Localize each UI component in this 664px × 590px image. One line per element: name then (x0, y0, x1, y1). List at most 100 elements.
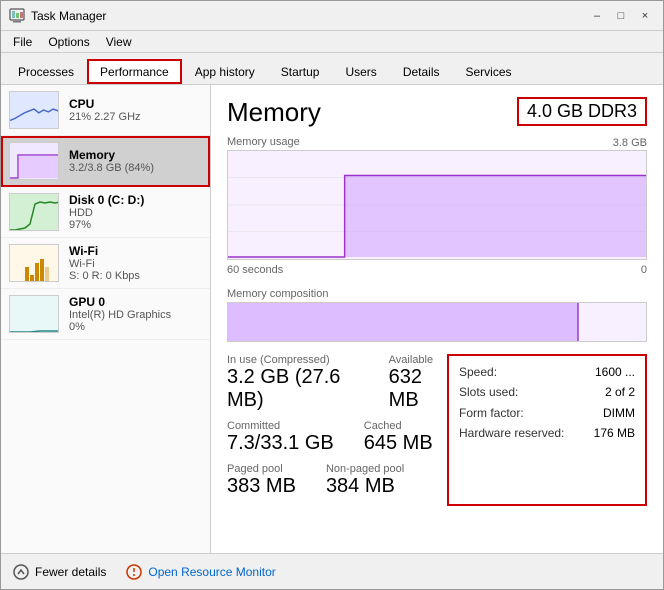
stat-available-label: Available (389, 354, 447, 366)
fewer-details-label: Fewer details (35, 565, 106, 579)
stats-left: In use (Compressed) 3.2 GB (27.6 MB) Ava… (227, 354, 447, 506)
stat-in-use-value: 3.2 GB (27.6 MB) (227, 366, 359, 412)
open-monitor-label: Open Resource Monitor (148, 565, 275, 579)
reserved-key: Hardware reserved: (459, 423, 564, 443)
cpu-label: CPU (69, 97, 202, 111)
gpu-stat2: 0% (69, 321, 202, 333)
tab-startup[interactable]: Startup (268, 59, 333, 84)
cpu-info: CPU 21% 2.27 GHz (69, 97, 202, 123)
tab-users[interactable]: Users (332, 59, 389, 84)
tab-performance[interactable]: Performance (87, 59, 182, 84)
tab-services[interactable]: Services (453, 59, 525, 84)
stats-and-info: In use (Compressed) 3.2 GB (27.6 MB) Ava… (227, 354, 647, 506)
wifi-stat2: S: 0 R: 0 Kbps (69, 270, 202, 282)
info-slots-row: Slots used: 2 of 2 (459, 382, 635, 402)
minimize-button[interactable]: – (587, 6, 607, 26)
stat-cached-value: 645 MB (364, 432, 433, 455)
memory-stat: 3.2/3.8 GB (84%) (69, 162, 202, 174)
memory-thumbnail (9, 142, 59, 180)
disk-stat2: 97% (69, 219, 202, 231)
stat-committed-label: Committed (227, 420, 334, 432)
composition-label: Memory composition (227, 288, 647, 300)
stat-available-value: 632 MB (389, 366, 447, 412)
disk-info: Disk 0 (C: D:) HDD 97% (69, 193, 202, 231)
title-bar: Task Manager – □ × (1, 1, 663, 31)
sidebar-item-wifi[interactable]: Wi-Fi Wi-Fi S: 0 R: 0 Kbps (1, 238, 210, 289)
menu-file[interactable]: File (5, 33, 40, 51)
time-left-label: 60 seconds (227, 264, 283, 276)
gpu-label: GPU 0 (69, 295, 202, 309)
usage-label: Memory usage (227, 136, 300, 148)
wifi-stat1: Wi-Fi (69, 258, 202, 270)
maximize-button[interactable]: □ (611, 6, 631, 26)
stat-cached: Cached 645 MB (364, 420, 433, 455)
tab-details[interactable]: Details (390, 59, 453, 84)
info-speed-row: Speed: 1600 ... (459, 362, 635, 382)
stat-paged-label: Paged pool (227, 463, 296, 475)
disk-stat1: HDD (69, 207, 202, 219)
gpu-thumbnail (9, 295, 59, 333)
usage-chart-header: Memory usage 3.8 GB (227, 136, 647, 150)
open-resource-monitor-button[interactable]: Open Resource Monitor (126, 564, 275, 580)
slots-key: Slots used: (459, 382, 518, 402)
main-title: Memory (227, 97, 321, 128)
memory-composition-chart (227, 302, 647, 342)
stat-paged: Paged pool 383 MB (227, 463, 296, 498)
resource-monitor-icon (126, 564, 142, 580)
memory-info-box: Speed: 1600 ... Slots used: 2 of 2 Form … (447, 354, 647, 506)
cpu-stat: 21% 2.27 GHz (69, 111, 202, 123)
wifi-info: Wi-Fi Wi-Fi S: 0 R: 0 Kbps (69, 244, 202, 282)
menu-options[interactable]: Options (40, 33, 97, 51)
stat-committed: Committed 7.3/33.1 GB (227, 420, 334, 455)
stat-committed-value: 7.3/33.1 GB (227, 432, 334, 455)
memory-usage-chart (227, 150, 647, 260)
stat-nonpaged-value: 384 MB (326, 475, 404, 498)
memory-info: Memory 3.2/3.8 GB (84%) (69, 148, 202, 174)
stat-in-use: In use (Compressed) 3.2 GB (27.6 MB) (227, 354, 359, 412)
title-bar-controls: – □ × (587, 6, 655, 26)
reserved-val: 176 MB (594, 423, 635, 443)
gpu-info: GPU 0 Intel(R) HD Graphics 0% (69, 295, 202, 333)
speed-key: Speed: (459, 362, 497, 382)
time-right-label: 0 (641, 264, 647, 276)
wifi-thumbnail (9, 244, 59, 282)
content-area: CPU 21% 2.27 GHz Memory 3.2/3.8 GB (84%) (1, 85, 663, 553)
bottom-bar: Fewer details Open Resource Monitor (1, 553, 663, 589)
cpu-thumbnail (9, 91, 59, 129)
taskmanager-icon (9, 8, 25, 24)
window-title: Task Manager (31, 9, 106, 23)
stat-in-use-label: In use (Compressed) (227, 354, 359, 366)
stat-available: Available 632 MB (389, 354, 447, 412)
main-panel: Memory 4.0 GB DDR3 Memory usage 3.8 GB (211, 85, 663, 553)
disk-label: Disk 0 (C: D:) (69, 193, 202, 207)
disk-thumbnail (9, 193, 59, 231)
tab-processes[interactable]: Processes (5, 59, 87, 84)
slots-val: 2 of 2 (605, 382, 635, 402)
stat-cached-label: Cached (364, 420, 433, 432)
close-button[interactable]: × (635, 6, 655, 26)
usage-right-label: 3.8 GB (613, 137, 647, 149)
menu-view[interactable]: View (98, 33, 140, 51)
fewer-details-button[interactable]: Fewer details (13, 564, 106, 580)
title-bar-left: Task Manager (9, 8, 106, 24)
main-header: Memory 4.0 GB DDR3 (227, 97, 647, 128)
form-val: DIMM (603, 403, 635, 423)
sidebar-item-cpu[interactable]: CPU 21% 2.27 GHz (1, 85, 210, 136)
speed-val: 1600 ... (595, 362, 635, 382)
tab-app-history[interactable]: App history (182, 59, 268, 84)
menu-bar: File Options View (1, 31, 663, 53)
sidebar-item-memory[interactable]: Memory 3.2/3.8 GB (84%) (1, 136, 210, 187)
chevron-up-icon (13, 564, 29, 580)
info-form-row: Form factor: DIMM (459, 403, 635, 423)
usage-chart-footer: 60 seconds 0 (227, 264, 647, 278)
memory-type-badge: 4.0 GB DDR3 (517, 97, 647, 126)
stat-nonpaged: Non-paged pool 384 MB (326, 463, 404, 498)
sidebar-item-gpu[interactable]: GPU 0 Intel(R) HD Graphics 0% (1, 289, 210, 340)
task-manager-window: Task Manager – □ × File Options View Pro… (0, 0, 664, 590)
sidebar: CPU 21% 2.27 GHz Memory 3.2/3.8 GB (84%) (1, 85, 211, 553)
wifi-label: Wi-Fi (69, 244, 202, 258)
sidebar-item-disk[interactable]: Disk 0 (C: D:) HDD 97% (1, 187, 210, 238)
tab-bar: Processes Performance App history Startu… (1, 53, 663, 85)
form-key: Form factor: (459, 403, 524, 423)
memory-label: Memory (69, 148, 202, 162)
